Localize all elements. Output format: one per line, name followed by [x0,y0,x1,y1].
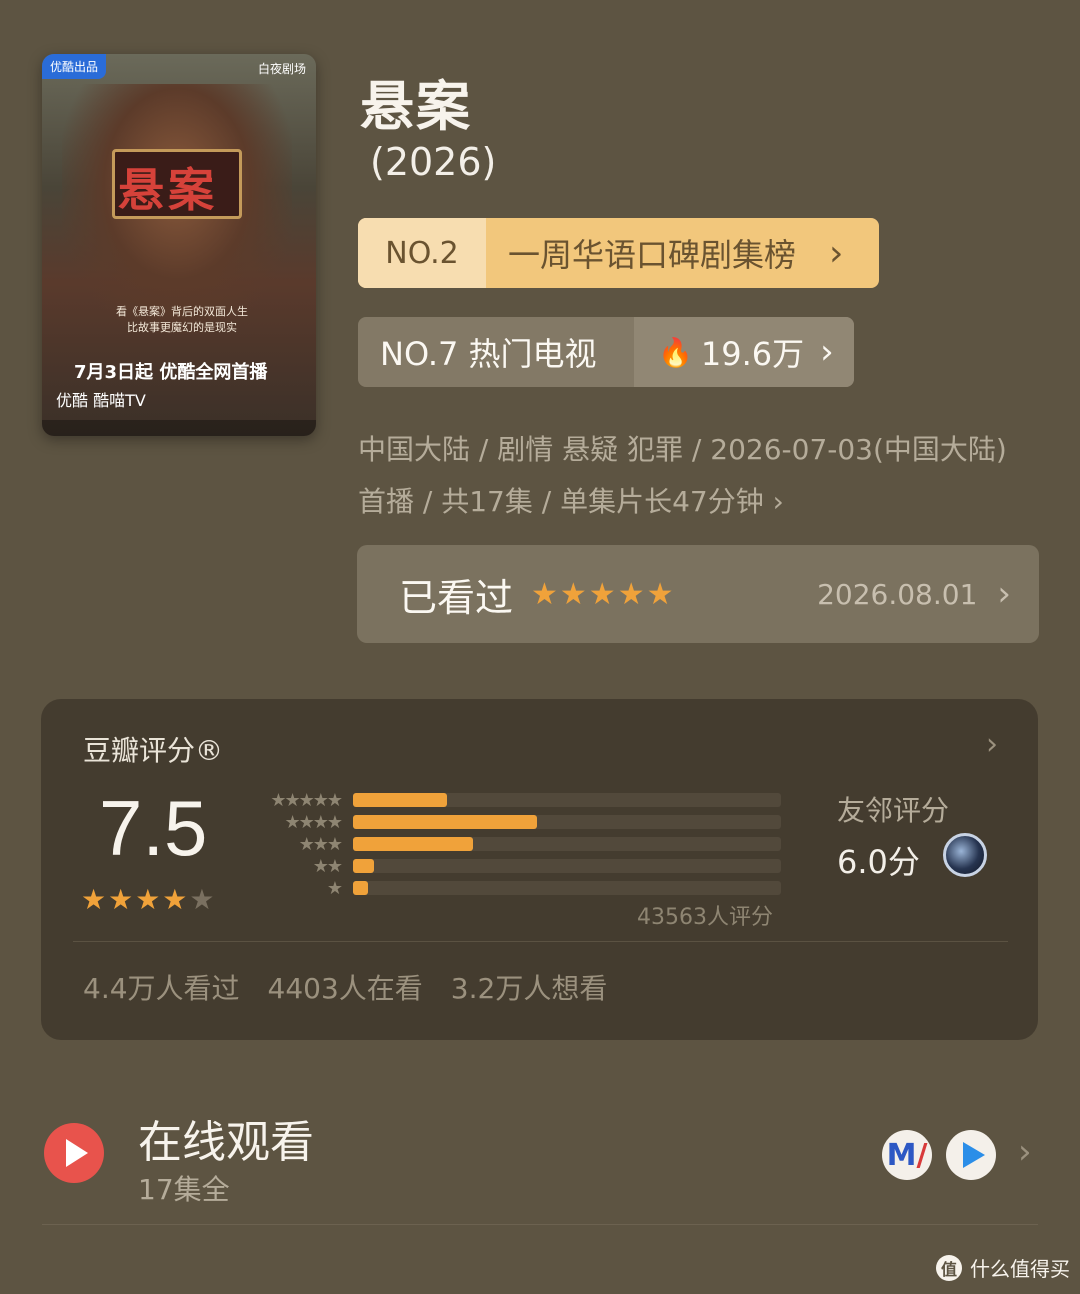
hot-rank-label: NO.7 热门电视 [380,335,597,373]
divider [42,1224,1038,1225]
rating-bar-track [353,859,781,873]
rating-bar-track [353,815,781,829]
rating-bar [353,793,448,807]
poster-air-date: 7月3日起 优酷全网首播 [74,362,268,383]
watermark: 值 什么值得买 [936,1253,1070,1282]
online-watch-title[interactable]: 在线观看 [138,1106,314,1170]
rating-row: ★★★ [253,833,781,855]
flame-icon: 🔥 [658,335,693,369]
rating-bar [353,859,375,873]
play-button[interactable] [44,1123,104,1183]
rating-row-stars: ★★★★ [284,811,343,833]
rank-badge-hot[interactable]: NO.7 热门电视 🔥 19.6万 › [358,317,854,387]
rating-row: ★★ [253,855,781,877]
stat-watched[interactable]: 4.4万人看过 [83,967,240,1007]
friend-rating-label: 友邻评分 [837,794,950,827]
douban-score-stars: ★★★★★ [81,883,217,916]
chevron-right-icon: › [820,332,834,372]
poster-image[interactable]: 优酷出品 白夜剧场 悬案 看《悬案》背后的双面人生 比故事更魔幻的是现实 7月3… [42,54,316,436]
rating-bar-track [353,793,781,807]
rating-row: ★ [253,877,781,899]
youku-app-icon[interactable] [946,1130,996,1180]
heat-value: 🔥 19.6万 › [634,317,854,387]
show-meta[interactable]: 中国大陆 / 剧情 悬疑 犯罪 / 2026-07-03(中国大陆) 首播 / … [358,424,1018,528]
rating-bar-track [353,837,781,851]
chevron-right-icon[interactable]: › [986,727,998,762]
poster-platforms: 优酷 酷喵TV [56,391,146,410]
friend-rating-score: 6.0分 [837,843,920,881]
user-rating-stars: ★★★★★ [531,576,676,612]
stat-want[interactable]: 3.2万人想看 [451,967,608,1007]
chevron-right-icon: › [829,232,844,274]
poster-tag-theater: 白夜剧场 [257,62,306,76]
rating-row-stars: ★ [326,877,343,899]
rating-bar [353,881,368,895]
poster-tag-youku: 优酷出品 [42,54,107,79]
rating-distribution: ★★★★★ ★★★★ ★★★ ★★ ★ [253,789,781,899]
douban-rating-card[interactable]: 豆瓣评分® › 7.5 ★★★★★ ★★★★★ ★★★★ ★★★ ★★ ★ 43563人… [41,699,1038,1040]
vote-count: 43563人评分 [637,905,773,930]
poster-footer [42,420,316,436]
poster-title: 悬案 [118,163,218,217]
rating-row: ★★★★ [253,811,781,833]
rating-bar [353,815,538,829]
rating-bar [353,837,473,851]
rating-row: ★★★★★ [253,789,781,811]
watched-date: 2026.08.01 [817,577,978,611]
show-year: (2026) [370,140,497,184]
chevron-right-icon[interactable]: › [1018,1132,1032,1172]
avatar[interactable] [943,833,987,877]
stars-empty: ★ [189,883,217,916]
rank-number: NO.2 [358,218,486,288]
douban-score: 7.5 [99,784,208,872]
stars-filled: ★★★★ [81,883,190,916]
play-icon [66,1139,88,1167]
poster-tagline-1: 看《悬案》背后的双面人生 [116,305,248,318]
watermark-logo-icon: 值 [936,1254,962,1281]
stat-watching[interactable]: 4403人在看 [268,967,423,1007]
douban-rating-label: 豆瓣评分® [83,734,224,767]
mgtv-app-icon[interactable]: M / [882,1130,932,1180]
poster-tagline: 看《悬案》背后的双面人生 比故事更魔幻的是现实 [72,304,292,336]
rating-row-stars: ★★ [312,855,343,877]
rank-list-name: 一周华语口碑剧集榜 [508,236,797,274]
heat-count: 19.6万 [700,335,805,373]
watched-label: 已看过 [399,575,514,620]
rank-badge-weekly[interactable]: NO.2 一周华语口碑剧集榜 › [358,218,879,288]
watch-stats: 4.4万人看过 4403人在看 3.2万人想看 [83,967,607,1007]
rating-row-stars: ★★★★★ [270,789,343,811]
episode-count: 17集全 [138,1173,230,1206]
watermark-text: 什么值得买 [970,1257,1070,1281]
divider [73,941,1008,942]
poster-tagline-2: 比故事更魔幻的是现实 [127,321,237,334]
watched-status-bar[interactable]: 已看过 ★★★★★ 2026.08.01 › [357,545,1039,643]
rating-bar-track [353,881,781,895]
show-title: 悬案 [360,75,472,138]
chevron-right-icon: › [997,574,1011,614]
play-icon [963,1142,985,1168]
rating-row-stars: ★★★ [298,833,343,855]
